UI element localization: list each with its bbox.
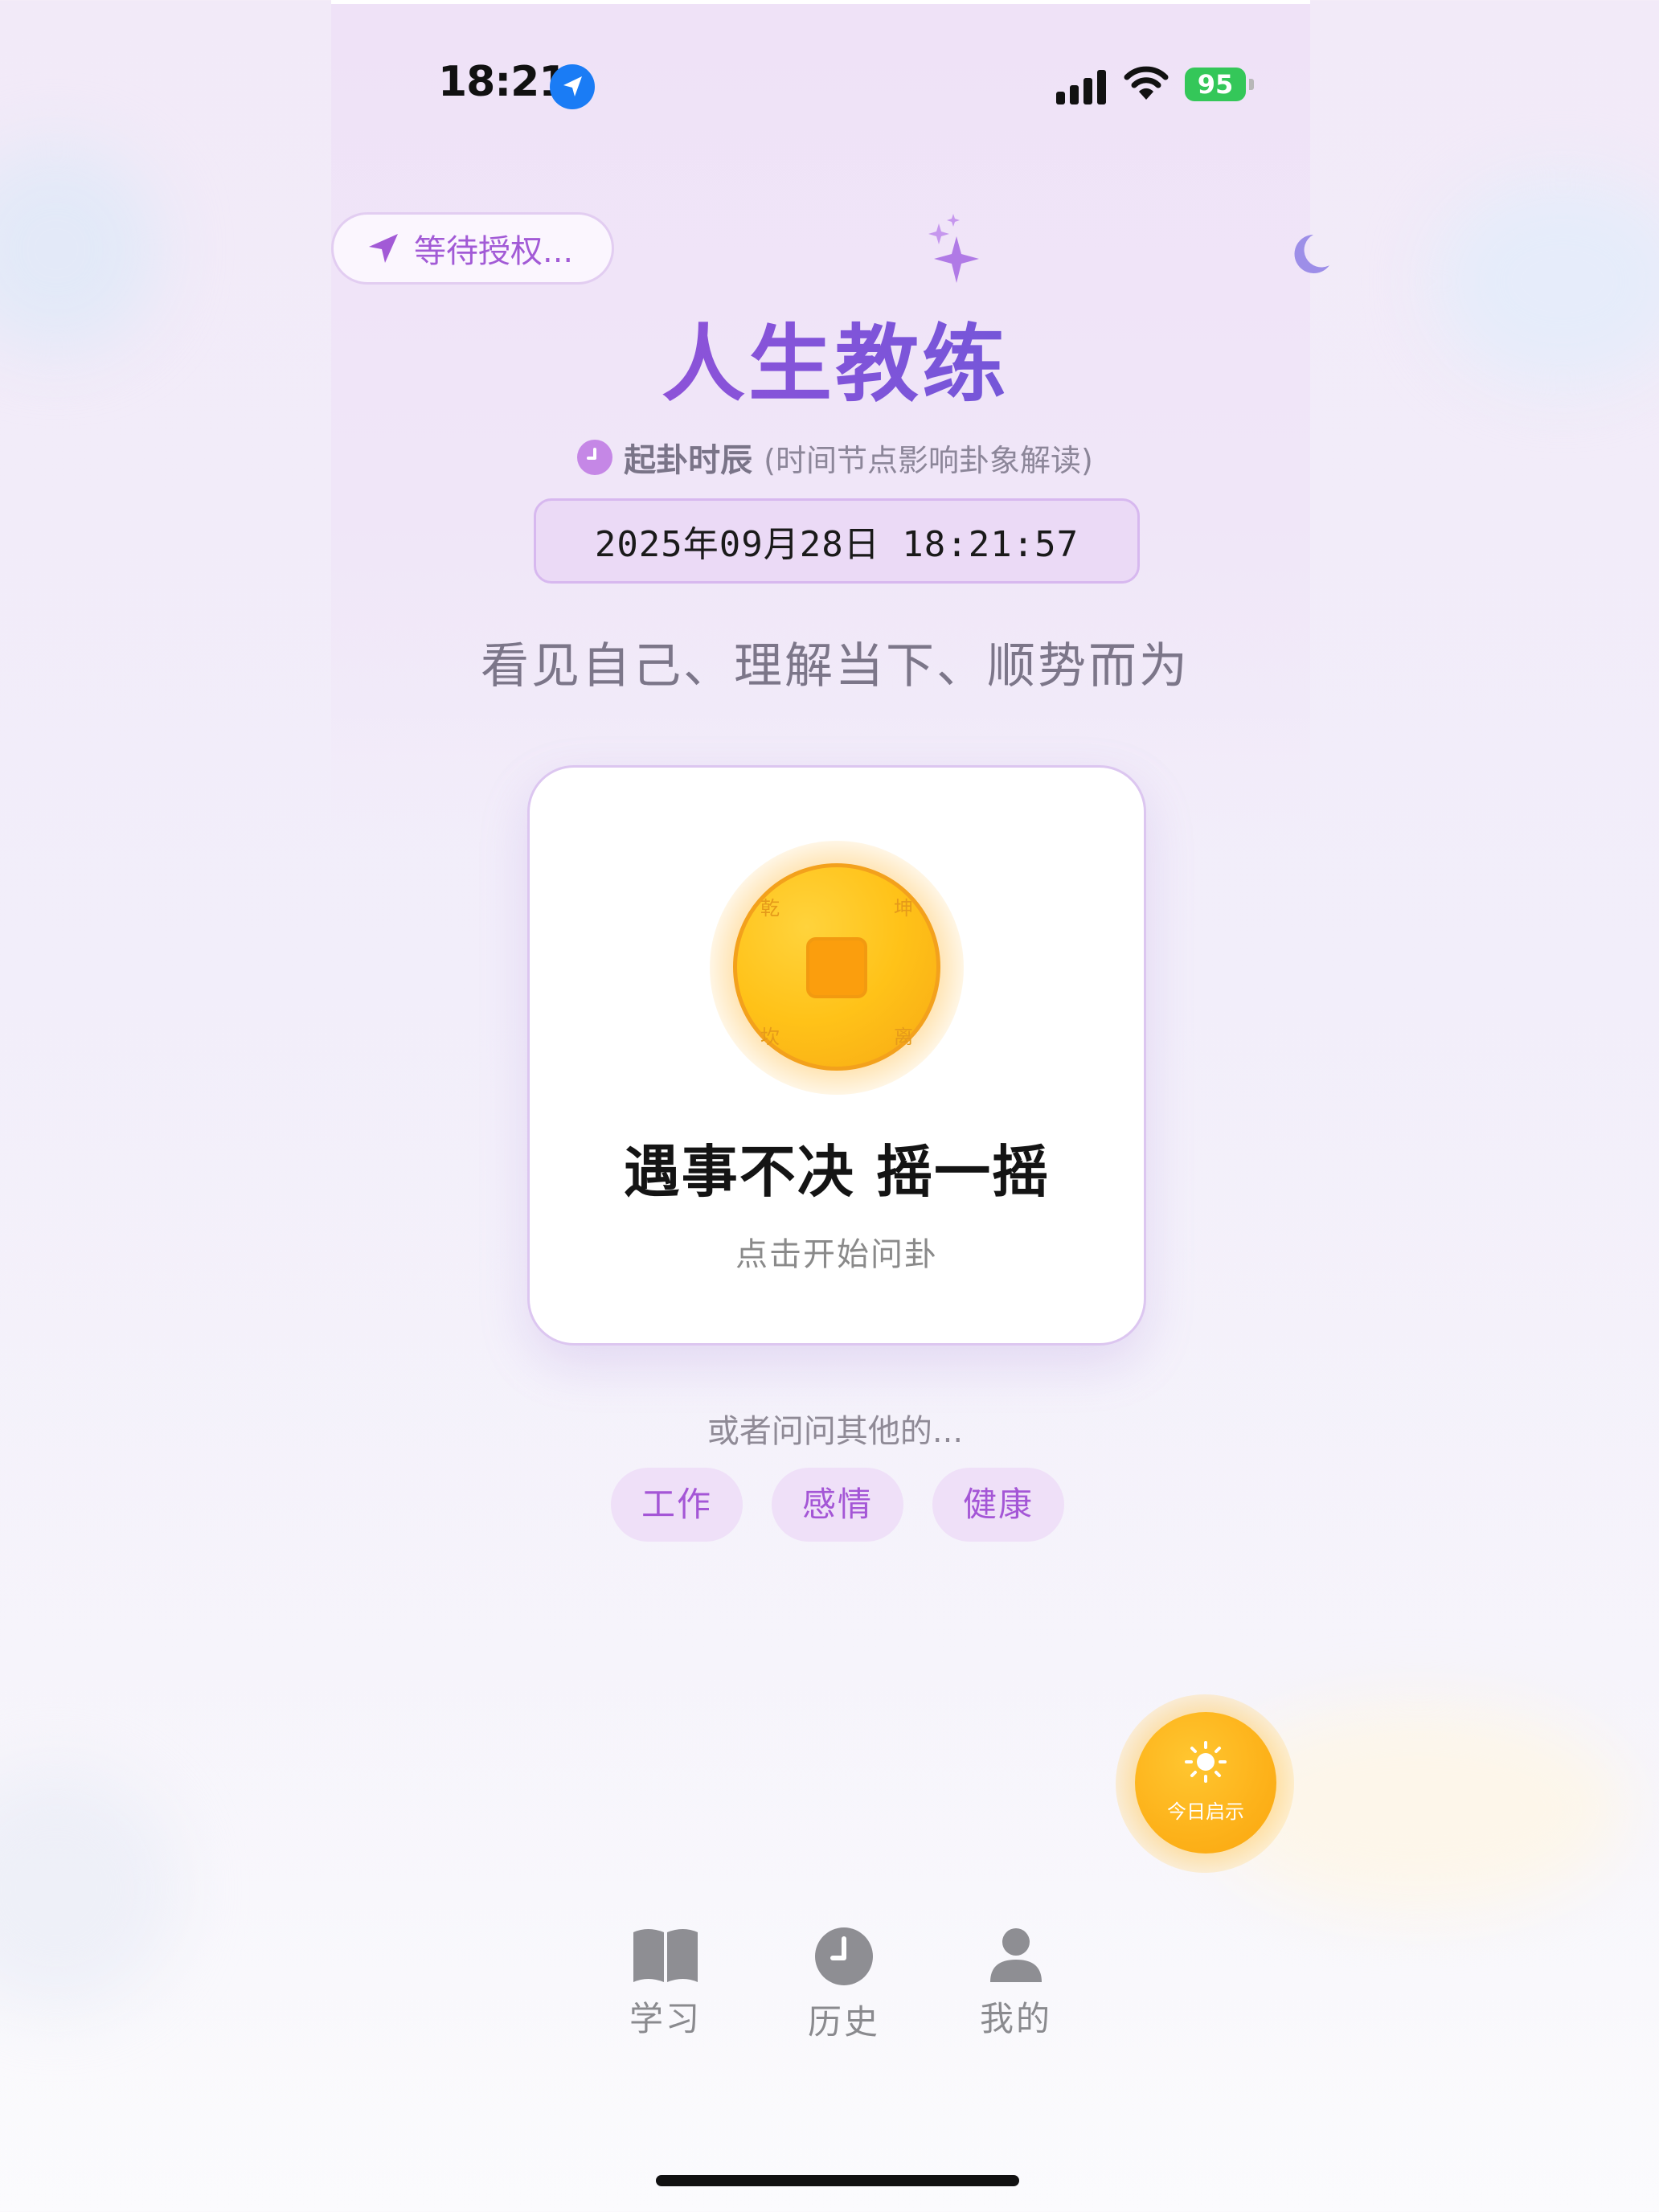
card-subtitle: 点击开始问卦: [735, 1236, 938, 1273]
background-blob: [0, 1768, 177, 2009]
book-icon: [633, 1929, 698, 1982]
person-icon: [990, 1928, 1042, 1982]
card-title: 遇事不决 摇一摇: [623, 1139, 1051, 1205]
tab-learn[interactable]: 学习: [593, 1926, 738, 2041]
clock-icon: [577, 440, 613, 475]
background-blob: [0, 145, 161, 354]
coin-char-kun: 坤: [894, 897, 913, 920]
navigation-arrow-icon: [369, 234, 398, 263]
divination-time-note: (时间节点影响卦象解读): [764, 442, 1093, 478]
location-status-label: 等待授权...: [414, 233, 574, 270]
status-time: 18:21: [438, 58, 568, 106]
battery-level: 95: [1197, 69, 1234, 100]
sparkle-icon: [928, 214, 979, 283]
tab-learn-label: 学习: [629, 1999, 702, 2038]
moon-icon[interactable]: [1289, 231, 1331, 276]
tab-history-label: 历史: [807, 2002, 880, 2042]
top-edge: [331, 0, 1310, 4]
background-blob: [1434, 177, 1659, 386]
other-topics-label: 或者问问其他的...: [707, 1413, 964, 1450]
location-services-icon: [550, 64, 595, 109]
app-title: 人生教练: [331, 296, 1339, 417]
battery-tip: [1249, 79, 1254, 90]
daily-insight-label: 今日启示: [1167, 1800, 1244, 1823]
coin-char-li: 离: [894, 1026, 913, 1048]
wifi-icon: [1124, 64, 1169, 103]
home-indicator[interactable]: [656, 2175, 1019, 2186]
cellular-signal-icon: [1056, 68, 1108, 104]
divination-time-header: 起卦时辰 (时间节点影响卦象解读): [331, 434, 1339, 481]
battery-icon: 95: [1185, 68, 1246, 101]
clock-icon: [815, 1927, 873, 1985]
coin-square-hole: [806, 937, 867, 998]
app-background: [331, 0, 1310, 836]
tab-history[interactable]: 历史: [772, 1926, 916, 2044]
daily-insight-button[interactable]: 今日启示: [1135, 1712, 1276, 1854]
coin-char-kan: 坎: [760, 1026, 780, 1048]
topic-chip-emotion[interactable]: 感情: [772, 1468, 903, 1542]
topic-chip-health[interactable]: 健康: [932, 1468, 1064, 1542]
tab-mine-label: 我的: [979, 1999, 1052, 2038]
slogan: 看见自己、理解当下、顺势而为: [481, 638, 1190, 694]
divination-time-label: 起卦时辰: [624, 442, 753, 479]
location-permission-button[interactable]: 等待授权...: [331, 212, 614, 285]
sun-icon: [1185, 1741, 1227, 1783]
topic-chip-work[interactable]: 工作: [611, 1468, 743, 1542]
tab-mine[interactable]: 我的: [944, 1926, 1088, 2041]
divination-datetime: 2025年09月28日 18:21:57: [534, 498, 1140, 584]
coin-char-qian: 乾: [760, 897, 780, 920]
